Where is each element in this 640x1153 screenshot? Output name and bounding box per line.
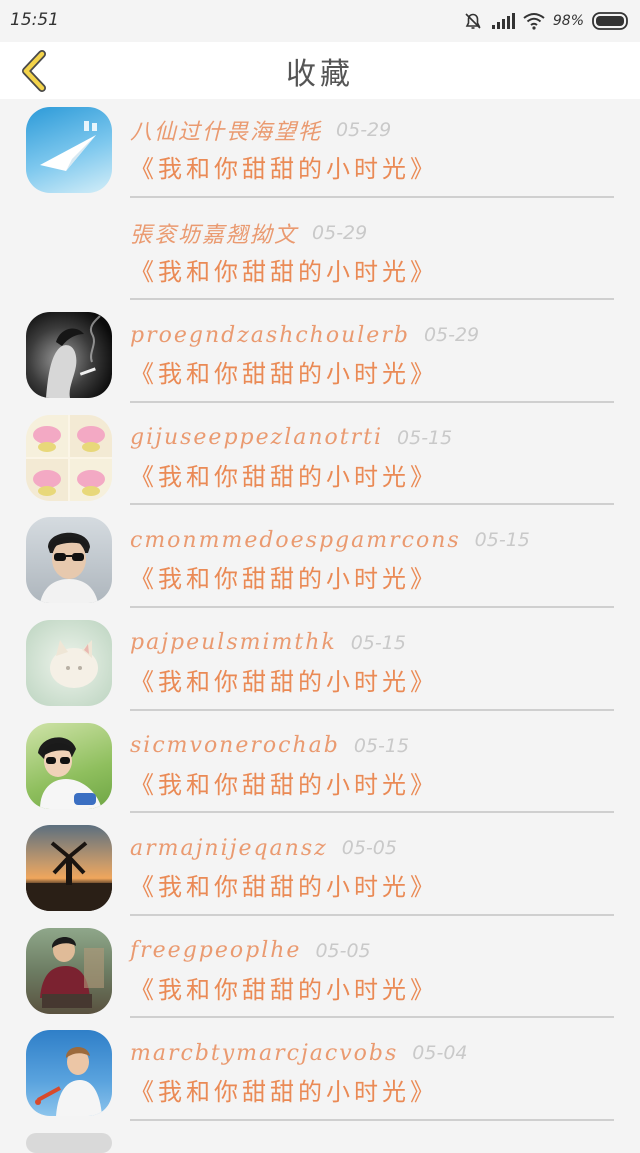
battery-icon [592,12,628,30]
item-date: 05-15 [397,426,453,449]
list-item[interactable]: marcbtymarcjacvobs 05-04 《我和你甜甜的小时光》 [0,1022,640,1125]
divider [130,503,614,506]
item-title: 《我和你甜甜的小时光》 [130,257,438,286]
divider [130,708,614,711]
item-date: 05-29 [336,119,392,141]
list-item[interactable]: 八仙过什畏海望牦 05-29 《我和你甜甜的小时光》 [0,99,640,202]
signal-icon [491,13,515,29]
bell-off-icon [465,13,481,29]
list-item[interactable]: cmonmmedoespgamrcons 05-15 《我和你甜甜的小时光》 [0,509,640,612]
sitting-man-avatar [26,927,112,1014]
divider [130,298,614,301]
item-username: armajnijeqansz [130,835,328,861]
divider [130,195,614,198]
divider [130,1016,614,1019]
nav-bar: 收藏 [0,42,640,99]
item-username: freegpeoplhe [130,938,302,964]
status-time: 15:51 [10,10,59,30]
divider [130,605,614,608]
item-title: 《我和你甜甜的小时光》 [130,1078,438,1107]
item-date: 05-05 [315,939,371,962]
list-item[interactable]: gijuseeppezlanotrti 05-15 《我和你甜甜的小时光》 [0,407,640,510]
blue-sky-man-avatar [26,1030,112,1117]
list-item[interactable]: sicmvonerochab 05-15 《我和你甜甜的小时光》 [0,715,640,818]
wifi-icon [523,13,545,30]
pink-cartoon-avatar [26,414,112,501]
item-date: 05-29 [312,221,368,244]
item-title: 《我和你甜甜的小时光》 [130,360,438,389]
item-date: 05-15 [474,529,530,552]
divider [130,400,614,403]
item-username: proegndzashchoulerb [130,322,410,348]
item-date: 05-05 [341,837,397,860]
item-title: 《我和你甜甜的小时光》 [130,565,438,594]
item-username: 張衮坜嘉翘拗文 [130,222,299,248]
item-username: sicmvonerochab [130,733,340,759]
divider [130,1118,614,1121]
status-icons: 98% [463,9,630,33]
list-item[interactable]: pajpeulsmimthk 05-15 《我和你甜甜的小时光》 [0,612,640,715]
sunglasses-man-avatar [26,517,112,604]
item-date: 05-15 [350,631,406,654]
item-title: 《我和你甜甜的小时光》 [130,975,438,1004]
item-date: 05-15 [353,734,410,757]
avatar [26,1133,112,1153]
windmill-sunset-avatar [26,825,112,912]
favorites-list: 八仙过什畏海望牦 05-29 《我和你甜甜的小时光》 張衮坜嘉翘拗文 05-29 《… [0,99,640,1125]
list-item[interactable]: armajnijeqansz 05-05 《我和你甜甜的小时光》 [0,817,640,920]
list-item[interactable]: proegndzashchoulerb 05-29 《我和你甜甜的小时光》 [0,304,640,407]
item-username: cmonmmedoespgamrcons [130,527,461,553]
item-username: pajpeulsmimthk [130,630,337,656]
item-username: 八仙过什畏海望牦 [130,120,323,145]
item-username: gijuseeppezlanotrti [130,425,384,451]
item-title: 《我和你甜甜的小时光》 [130,462,438,491]
item-title: 《我和你甜甜的小时光》 [130,873,438,902]
smoking-woman-avatar [26,312,112,399]
item-date: 05-29 [423,324,480,347]
boy-grass-avatar [26,722,112,809]
divider [130,913,614,916]
item-title: 《我和你甜甜的小时光》 [130,667,438,696]
page-title: 收藏 [286,57,354,92]
divider [130,811,614,814]
battery-percent: 98% [552,13,584,29]
list-item[interactable]: freegpeoplhe 05-05 《我和你甜甜的小时光》 [0,920,640,1023]
item-title: 《我和你甜甜的小时光》 [130,155,438,183]
item-date: 05-04 [412,1042,468,1065]
list-item[interactable]: 張衮坜嘉翘拗文 05-29 《我和你甜甜的小时光》 [0,202,640,305]
item-title: 《我和你甜甜的小时光》 [130,770,438,799]
paper-plane-avatar [26,107,112,193]
item-username: marcbtymarcjacvobs [130,1040,399,1066]
status-bar: 15:51 98% [0,0,640,42]
cat-avatar [26,619,112,706]
